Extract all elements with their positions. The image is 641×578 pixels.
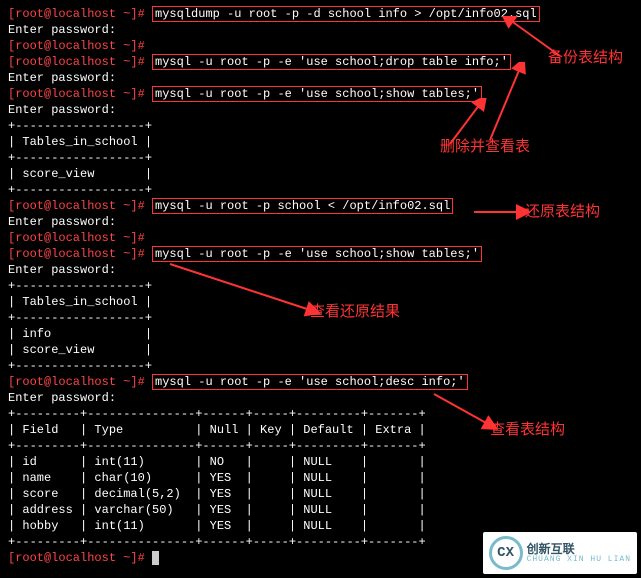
enter-password: Enter password: [8,23,116,37]
enter-password: Enter password: [8,391,116,405]
enter-password: Enter password: [8,215,116,229]
annotation-restore: 还原表结构 [525,200,600,221]
logo-subtext: CHUANG XIN HU LIAN [527,555,631,564]
prompt: [root@localhost ~]# [8,375,145,389]
desc-row: | hobby | int(11) | YES | | NULL | | [8,519,426,533]
annotation-backup: 备份表结构 [548,46,623,67]
logo-initials: CX [497,545,514,561]
desc-hr: +---------+---------------+------+-----+… [8,439,426,453]
prompt: [root@localhost ~]# [8,39,145,53]
prompt: [root@localhost ~]# [8,551,145,565]
cmd-drop-table: mysql -u root -p -e 'use school;drop tab… [152,54,511,70]
desc-row: | name | char(10) | YES | | NULL | | [8,471,426,485]
table-row: | score_view | [8,167,152,181]
table-hr: +------------------+ [8,311,152,325]
annotation-view-restore: 查看还原结果 [310,300,400,321]
cmd-mysqldump: mysqldump -u root -p -d school info > /o… [152,6,540,22]
desc-hr: +---------+---------------+------+-----+… [8,535,426,549]
cmd-desc-info: mysql -u root -p -e 'use school;desc inf… [152,374,468,390]
terminal-output: [root@localhost ~]# mysqldump -u root -p… [0,0,641,572]
desc-hr: +---------+---------------+------+-----+… [8,407,426,421]
prompt: [root@localhost ~]# [8,55,145,69]
desc-row: | id | int(11) | NO | | NULL | | [8,455,426,469]
desc-row: | score | decimal(5,2) | YES | | NULL | … [8,487,426,501]
prompt: [root@localhost ~]# [8,231,145,245]
table-hr: +------------------+ [8,119,152,133]
desc-row: | address | varchar(50) | YES | | NULL |… [8,503,426,517]
table-row: | score_view | [8,343,152,357]
table-hr: +------------------+ [8,359,152,373]
logo: CX 创新互联 CHUANG XIN HU LIAN [483,532,637,574]
table-hr: +------------------+ [8,183,152,197]
table-header: | Tables_in_school | [8,295,152,309]
logo-icon: CX [489,536,523,570]
annotation-view-desc: 查看表结构 [490,418,565,439]
cmd-show-tables-1: mysql -u root -p -e 'use school;show tab… [152,86,482,102]
cmd-show-tables-2: mysql -u root -p -e 'use school;show tab… [152,246,482,262]
prompt: [root@localhost ~]# [8,199,145,213]
annotation-drop-view: 删除并查看表 [440,135,530,156]
table-row: | info | [8,327,152,341]
enter-password: Enter password: [8,71,116,85]
desc-header: | Field | Type | Null | Key | Default | … [8,423,426,437]
table-hr: +------------------+ [8,151,152,165]
table-header: | Tables_in_school | [8,135,152,149]
enter-password: Enter password: [8,263,116,277]
enter-password: Enter password: [8,103,116,117]
logo-text: 创新互联 [527,543,631,555]
table-hr: +------------------+ [8,279,152,293]
prompt: [root@localhost ~]# [8,247,145,261]
cursor[interactable] [152,551,159,565]
prompt: [root@localhost ~]# [8,7,145,21]
cmd-restore: mysql -u root -p school < /opt/info02.sq… [152,198,453,214]
prompt: [root@localhost ~]# [8,87,145,101]
